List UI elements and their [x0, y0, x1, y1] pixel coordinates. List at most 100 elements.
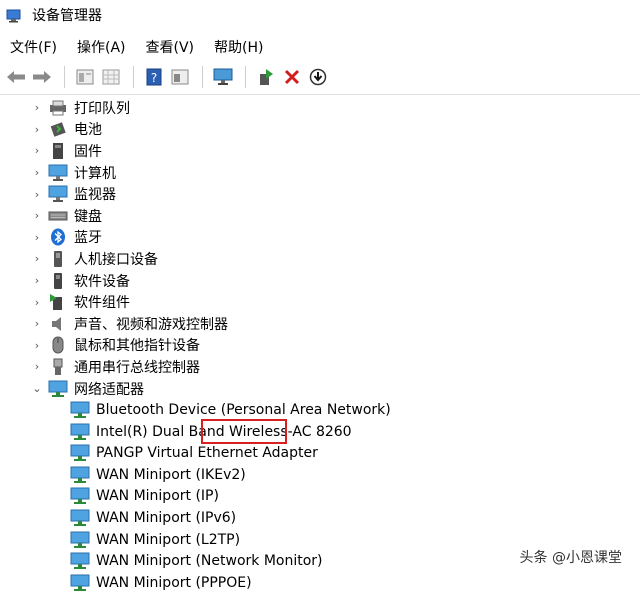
tree-item-label: 计算机	[74, 165, 116, 182]
bluetooth-icon	[48, 228, 68, 246]
network-adapter-icon	[70, 487, 90, 505]
chevron-right-icon[interactable]: ›	[30, 123, 44, 136]
grid-view-icon[interactable]	[99, 65, 123, 89]
tree-item-label: 监视器	[74, 187, 116, 204]
tree-item-label: 通用串行总线控制器	[74, 359, 200, 376]
title-bar: 设备管理器	[0, 0, 640, 30]
tree-item-battery[interactable]: › 电池	[0, 119, 640, 141]
help-icon[interactable]: ?	[142, 65, 166, 89]
tree-item-label: 蓝牙	[74, 230, 102, 247]
software-component-icon	[48, 293, 68, 311]
properties-icon[interactable]	[73, 65, 97, 89]
network-adapter-icon	[70, 574, 90, 592]
toolbar-separator	[133, 66, 134, 88]
tree-item-hid[interactable]: › 人机接口设备	[0, 248, 640, 270]
watermark: 头条 @小恩课堂	[515, 545, 626, 569]
back-arrow-icon[interactable]	[4, 65, 28, 89]
tree-item-label: 声音、视频和游戏控制器	[74, 316, 228, 333]
tree-item-printer-queue[interactable]: › 打印队列	[0, 97, 640, 119]
window-title: 设备管理器	[32, 8, 102, 24]
chevron-right-icon[interactable]: ›	[30, 317, 44, 330]
network-adapter-intel-wireless[interactable]: Intel(R) Dual Band Wireless-AC 8260	[0, 421, 640, 443]
network-adapter-label: PANGP Virtual Ethernet Adapter	[96, 445, 318, 462]
tree-item-label: 固件	[74, 143, 102, 160]
tree-item-monitor[interactable]: › 监视器	[0, 183, 640, 205]
svg-text:?: ?	[151, 71, 157, 85]
network-adapter-label: WAN Miniport (IP)	[96, 488, 219, 505]
device-tree: › 打印队列 › 电池 › 固件 › 计算机 › 监视器 › 键盘 › 蓝牙 ›…	[0, 97, 640, 594]
chevron-right-icon[interactable]: ›	[30, 296, 44, 309]
menu-action[interactable]: 操作(A)	[75, 35, 128, 59]
network-adapter-label: WAN Miniport (PPPOE)	[96, 574, 252, 591]
toolbar-separator	[202, 66, 203, 88]
mouse-icon	[48, 336, 68, 354]
chevron-right-icon[interactable]: ›	[30, 252, 44, 265]
tree-item-computer[interactable]: › 计算机	[0, 162, 640, 184]
software-device-icon	[48, 272, 68, 290]
usb-icon	[48, 358, 68, 376]
menu-view[interactable]: 查看(V)	[144, 35, 197, 59]
tree-item-label: 键盘	[74, 208, 102, 225]
network-adapter-icon	[70, 466, 90, 484]
network-adapter-label: WAN Miniport (IKEv2)	[96, 466, 246, 483]
chevron-right-icon[interactable]: ›	[30, 209, 44, 222]
tree-item-bluetooth[interactable]: › 蓝牙	[0, 227, 640, 249]
computer-icon	[48, 164, 68, 182]
menu-help[interactable]: 帮助(H)	[212, 35, 265, 59]
update-download-icon[interactable]	[306, 65, 330, 89]
tree-item-label: 鼠标和其他指针设备	[74, 338, 200, 355]
monitor-scan-icon[interactable]	[211, 65, 235, 89]
firmware-icon	[48, 142, 68, 160]
chevron-right-icon[interactable]: ›	[30, 360, 44, 373]
network-adapter-bluetooth-pan[interactable]: Bluetooth Device (Personal Area Network)	[0, 399, 640, 421]
menu-bar: 文件(F) 操作(A) 查看(V) 帮助(H)	[0, 34, 640, 60]
chevron-right-icon[interactable]: ›	[30, 339, 44, 352]
network-adapter-icon	[70, 423, 90, 441]
chevron-right-icon[interactable]: ›	[30, 188, 44, 201]
chevron-right-icon[interactable]: ›	[30, 144, 44, 157]
tree-item-usb[interactable]: › 通用串行总线控制器	[0, 356, 640, 378]
tree-item-label: 网络适配器	[74, 381, 144, 398]
chevron-right-icon[interactable]: ›	[30, 274, 44, 287]
tree-item-mouse[interactable]: › 鼠标和其他指针设备	[0, 335, 640, 357]
toolbar-separator	[245, 66, 246, 88]
printer-icon	[48, 99, 68, 117]
network-adapter-wan-ikev2[interactable]: WAN Miniport (IKEv2)	[0, 464, 640, 486]
tree-item-label: 人机接口设备	[74, 251, 158, 268]
menu-file[interactable]: 文件(F)	[8, 35, 59, 59]
network-adapter-icon	[70, 444, 90, 462]
device-manager-app-icon	[6, 8, 22, 23]
network-adapter-wan-ipv6[interactable]: WAN Miniport (IPv6)	[0, 507, 640, 529]
battery-icon	[48, 120, 68, 138]
network-adapter-wan-pppoe[interactable]: WAN Miniport (PPPOE)	[0, 572, 640, 594]
network-adapter-pangp[interactable]: PANGP Virtual Ethernet Adapter	[0, 443, 640, 465]
tree-item-software-component[interactable]: › 软件组件	[0, 291, 640, 313]
network-adapter-label: WAN Miniport (L2TP)	[96, 531, 241, 548]
chevron-right-icon[interactable]: ›	[30, 166, 44, 179]
monitor-icon	[48, 185, 68, 203]
network-adapter-label: WAN Miniport (Network Monitor)	[96, 553, 323, 570]
add-driver-icon[interactable]	[254, 65, 278, 89]
uninstall-icon[interactable]	[280, 65, 304, 89]
tree-item-sound[interactable]: › 声音、视频和游戏控制器	[0, 313, 640, 335]
forward-arrow-icon[interactable]	[30, 65, 54, 89]
view-pane-icon[interactable]	[168, 65, 192, 89]
chevron-right-icon[interactable]: ›	[30, 101, 44, 114]
tree-item-network-adapters[interactable]: ⌄ 网络适配器	[0, 378, 640, 400]
network-adapter-label: WAN Miniport (IPv6)	[96, 510, 237, 527]
tree-item-label: 打印队列	[74, 100, 130, 117]
network-adapter-label: Bluetooth Device (Personal Area Network)	[96, 402, 391, 419]
tree-item-keyboard[interactable]: › 键盘	[0, 205, 640, 227]
sound-icon	[48, 315, 68, 333]
chevron-down-icon[interactable]: ⌄	[30, 382, 44, 395]
tree-item-label: 电池	[74, 122, 102, 139]
network-adapter-icon	[48, 380, 68, 398]
keyboard-icon	[48, 207, 68, 225]
network-adapter-wan-ip[interactable]: WAN Miniport (IP)	[0, 486, 640, 508]
tree-item-software-device[interactable]: › 软件设备	[0, 270, 640, 292]
chevron-right-icon[interactable]: ›	[30, 231, 44, 244]
tree-item-label: 软件组件	[74, 295, 130, 312]
tree-item-firmware[interactable]: › 固件	[0, 140, 640, 162]
tree-item-label: 软件设备	[74, 273, 130, 290]
network-adapter-icon	[70, 509, 90, 527]
